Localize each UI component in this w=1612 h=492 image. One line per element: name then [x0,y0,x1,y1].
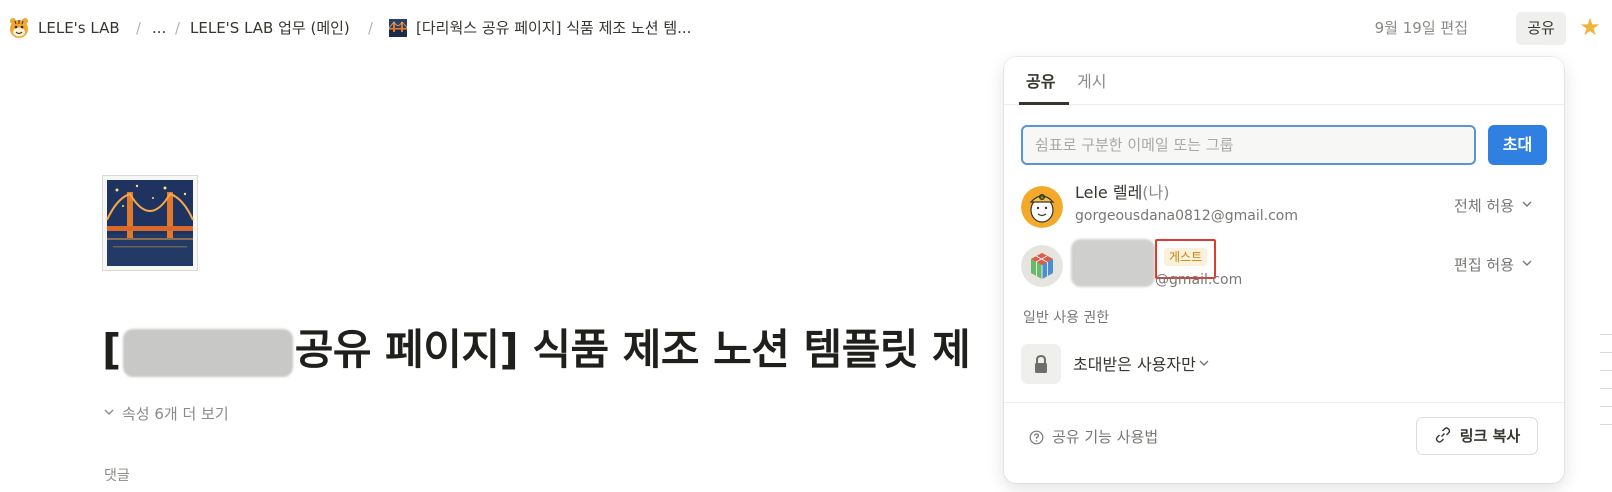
share-help-label: 공유 기능 사용법 [1052,428,1159,446]
share-popup: 공유 게시 초대 H Lele 렐레(나) gorgeousdana0812@g… [1004,57,1564,483]
bridge-at-night-icon [106,180,194,266]
share-popup-tabs: 공유 게시 [1004,57,1564,105]
member-name-text: Lele 렐레 [1075,183,1143,202]
you-suffix: (나) [1142,183,1170,202]
active-tab-indicator [1019,102,1069,105]
divider [1004,402,1564,403]
avatar [1021,245,1063,287]
outline-marker [1600,388,1612,389]
show-properties-label: 속성 6개 더 보기 [122,405,229,423]
chevron-down-icon [1199,360,1209,366]
breadcrumb-item-current-page[interactable]: [다리웍스 공유 페이지] 식품 제조 노션 템... [416,18,691,38]
page-title-text: 공유 페이지] 식품 제조 노션 템플릿 제 [294,325,971,374]
general-access-value: 초대받은 사용자만 [1073,355,1196,374]
chevron-down-icon [1522,260,1532,266]
outline-marker [1600,406,1612,407]
member-permission-dropdown[interactable]: 전체 허용 [1454,195,1532,217]
lock-icon [1021,344,1061,384]
share-help-link[interactable]: 공유 기능 사용법 [1029,426,1158,448]
member-row: H Lele 렐레(나) gorgeousdana0812@gmail.com … [1004,180,1564,236]
member-permission-dropdown[interactable]: 편집 허용 [1454,254,1532,276]
general-access-section-label: 일반 사용 권한 [1023,310,1110,326]
breadcrumb-separator: / [368,19,374,37]
top-bar: LELE's LAB / ... / LELE'S LAB 업무 (메인) / … [0,0,1612,58]
share-button[interactable]: 공유 [1516,12,1566,45]
member-permission-label: 편집 허용 [1454,256,1514,274]
last-edited-label: 9월 19일 편집 [1374,19,1468,37]
outline-marker [1600,352,1612,353]
show-properties-toggle[interactable]: 속성 6개 더 보기 [104,404,229,424]
member-name: Lele 렐레(나) [1075,182,1170,204]
breadcrumb-item-ellipsis[interactable]: ... [152,18,166,38]
tiger-face-icon [8,17,30,39]
bridge-night-icon [388,19,408,37]
copy-link-label: 링크 복사 [1459,427,1521,445]
breadcrumb-item-workspace[interactable]: LELE's LAB [38,18,120,38]
comments-label: 댓글 [104,468,130,484]
chevron-down-icon [1522,201,1532,207]
redacted-member-name [1071,239,1155,287]
member-email: gorgeousdana0812@gmail.com [1075,208,1298,224]
member-email: @gmail.com [1155,272,1243,288]
invite-email-input[interactable] [1021,125,1476,165]
redacted-title-segment [122,328,293,377]
breadcrumb-separator: / [136,19,142,37]
member-permission-label: 전체 허용 [1454,197,1514,215]
member-row: 게스트 @gmail.com 편집 허용 [1004,239,1564,295]
star-icon[interactable]: ★ [1577,14,1603,40]
outline-marker [1600,424,1612,425]
outline-marker [1600,370,1612,371]
page-title[interactable]: [ 공유 페이지] 식품 제조 노션 템플릿 제 [102,322,971,378]
page-icon[interactable] [102,175,198,271]
guest-badge: 게스트 [1164,248,1208,266]
question-circle-icon [1029,430,1044,445]
general-access-dropdown[interactable]: 초대받은 사용자만 [1073,354,1209,376]
copy-link-button[interactable]: 링크 복사 [1416,417,1538,455]
outline-marker [1600,334,1612,335]
link-icon [1435,427,1450,443]
avatar: H [1021,186,1063,228]
tab-share[interactable]: 공유 [1026,71,1055,93]
breadcrumb-separator: / [175,19,181,37]
page-title-open-bracket: [ [102,325,121,374]
invite-button[interactable]: 초대 [1488,125,1547,165]
breadcrumb-item-main[interactable]: LELE'S LAB 업무 (메인) [190,18,350,38]
tab-publish[interactable]: 게시 [1077,71,1106,93]
chevron-down-icon [104,409,114,415]
svg-text:H: H [1041,195,1044,200]
